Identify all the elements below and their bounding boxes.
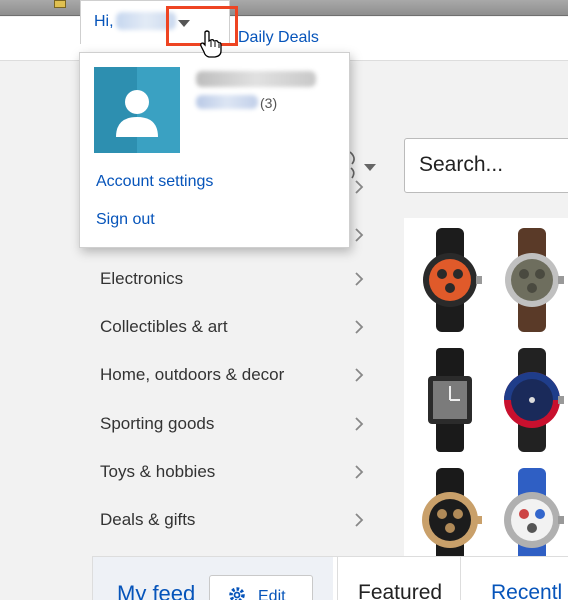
greeting-label: Hi, [94, 13, 114, 30]
category-item-sporting[interactable]: Sporting goods [98, 409, 374, 439]
category-item-deals[interactable]: Deals & gifts [98, 505, 374, 535]
user-full-name-redacted [196, 71, 316, 87]
watch-image[interactable] [498, 348, 566, 452]
folder-icon [54, 0, 66, 8]
edit-label: Edit [258, 588, 286, 600]
sign-out-link[interactable]: Sign out [96, 211, 155, 229]
watch-image[interactable] [498, 228, 566, 332]
category-item-toys[interactable]: Toys & hobbies [98, 457, 374, 487]
my-feed-area: My feed Edit [93, 557, 333, 600]
tab-featured[interactable]: Featured [337, 557, 461, 600]
hand-pointer-icon [200, 30, 222, 58]
chevron-right-icon [355, 513, 364, 527]
account-settings-link[interactable]: Account settings [96, 173, 213, 191]
category-item-collectibles[interactable]: Collectibles & art [98, 312, 374, 342]
chevron-right-icon [355, 272, 364, 286]
category-item-electronics[interactable]: Electronics [98, 264, 374, 294]
chevron-right-icon [355, 368, 364, 382]
category-label: Home, outdoors & decor [100, 365, 285, 384]
gear-icon [229, 587, 245, 600]
tab-featured-label: Featured [358, 581, 443, 600]
avatar[interactable] [94, 67, 180, 153]
account-dropdown-menu: (3) Account settings Sign out [79, 52, 350, 248]
category-label: Collectibles & art [100, 317, 228, 336]
category-label: Toys & hobbies [100, 462, 216, 481]
user-silhouette-icon [116, 90, 158, 137]
search-input[interactable] [405, 139, 565, 191]
chevron-right-icon [355, 465, 364, 479]
tab-recently-viewed[interactable]: Recentl [491, 581, 562, 600]
username-link-redacted[interactable] [196, 95, 258, 109]
search-box[interactable] [404, 138, 568, 193]
chevron-right-icon [355, 320, 364, 334]
chevron-right-icon [355, 180, 364, 194]
category-label: Deals & gifts [100, 510, 196, 529]
edit-feed-button[interactable]: Edit [209, 575, 313, 600]
my-feed-link[interactable]: My feed [117, 581, 195, 600]
category-item-home[interactable]: Home, outdoors & decor [98, 360, 374, 390]
category-label: Electronics [100, 269, 184, 288]
chevron-right-icon [355, 228, 364, 242]
shop-by-category-caret-icon[interactable] [364, 164, 376, 171]
watch-image[interactable] [416, 228, 484, 332]
featured-products-panel [404, 218, 568, 600]
category-label: Sporting goods [100, 414, 215, 433]
feedback-score: (3) [260, 95, 278, 111]
feed-tabs-bar: My feed Edit Featured Recentl [92, 556, 568, 600]
daily-deals-link[interactable]: Daily Deals [238, 29, 319, 47]
watch-image[interactable] [416, 348, 484, 452]
chevron-right-icon [355, 417, 364, 431]
